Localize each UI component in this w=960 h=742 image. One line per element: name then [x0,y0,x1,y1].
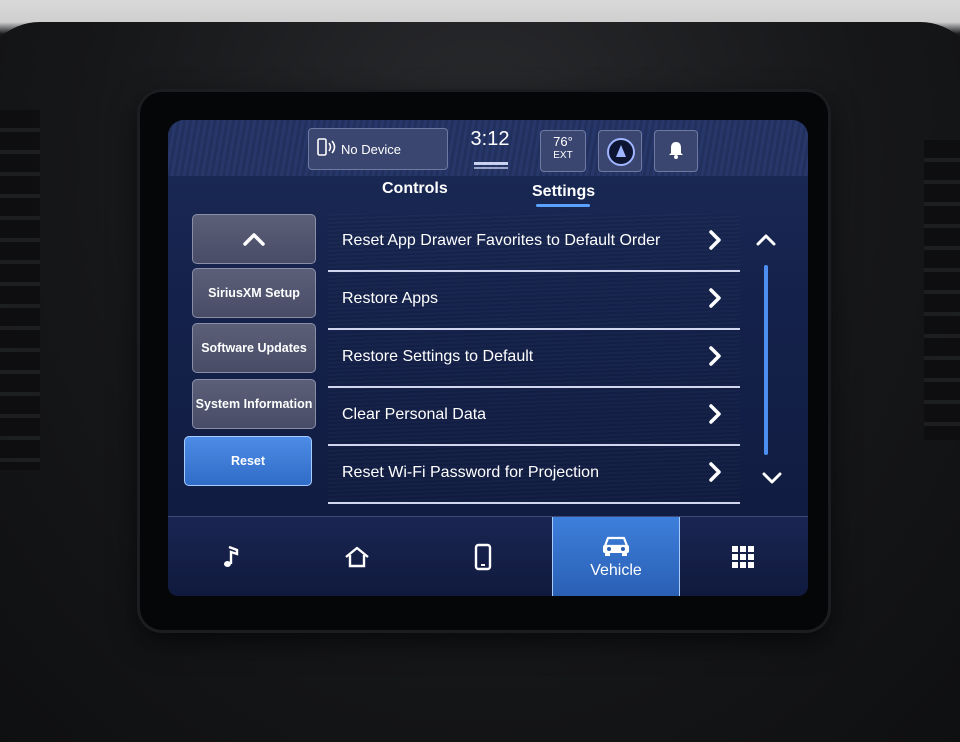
list-item-label: Reset Wi-Fi Password for Projection [342,464,599,481]
chevron-right-icon [709,404,721,424]
device-label: No Device [341,141,401,157]
apps-grid-icon [732,546,754,568]
side-menu-scroll-up-button[interactable] [192,214,316,264]
list-scroll-up-button[interactable] [754,232,778,248]
tab-controls[interactable]: Controls [382,180,448,198]
phone-icon [474,543,492,571]
list-item-label: Restore Settings to Default [342,348,534,365]
phone-audio-icon [313,137,341,162]
list-item[interactable]: Restore Settings to Default [328,330,740,388]
clock-underline [474,162,508,165]
list-scroll-down-button[interactable] [760,470,784,486]
nav-phone-button[interactable] [420,517,546,596]
tab-settings[interactable]: Settings [532,183,595,201]
temperature-value: 76° [553,134,573,149]
list-item[interactable]: Reset Wi-Fi Password for Projection [328,446,740,504]
car-icon [603,536,629,556]
chevron-right-icon [709,230,721,250]
bell-icon [669,142,683,159]
list-item[interactable]: Reset App Drawer Favorites to Default Or… [328,214,740,272]
scrollbar-thumb[interactable] [764,265,768,455]
status-bar: No Device 3:12 76° EXT [168,120,808,176]
bottom-navigation-bar: Vehicle [168,516,808,596]
notifications-button[interactable] [654,130,698,172]
list-item-label: Restore Apps [342,290,439,307]
device-connection-button[interactable]: No Device [308,128,448,170]
clock: 3:12 [470,128,510,150]
active-tab-indicator [536,204,590,207]
chevron-right-icon [709,288,721,308]
side-menu-siriusxm-setup[interactable]: SiriusXM Setup [192,268,316,318]
outside-temperature[interactable]: 76° EXT [540,130,586,172]
nav-home-button[interactable] [294,517,420,596]
nav-media-button[interactable] [168,517,294,596]
driver-assist-button[interactable] [598,130,642,172]
list-item[interactable]: Restore Apps [328,272,740,330]
left-air-vent [0,110,40,470]
chevron-right-icon [709,462,721,482]
list-item[interactable]: Clear Personal Data [328,388,740,446]
nav-vehicle-label: Vehicle [590,562,642,579]
side-menu-system-information[interactable]: System Information [192,379,316,429]
clock-underline-secondary [474,167,508,169]
infotainment-screen: No Device 3:12 76° EXT Controls Settings… [168,120,808,596]
list-item-label: Clear Personal Data [342,406,487,423]
chevron-right-icon [709,346,721,366]
home-icon [345,546,369,568]
driver-assist-icon [607,138,635,166]
nav-vehicle-button[interactable]: Vehicle [552,517,680,596]
side-menu-reset[interactable]: Reset [184,436,312,486]
nav-apps-button[interactable] [680,517,806,596]
temperature-unit: EXT [553,150,573,161]
right-air-vent [924,140,960,440]
reset-options-list: Reset App Drawer Favorites to Default Or… [328,214,740,504]
list-item-label: Reset App Drawer Favorites to Default Or… [342,232,661,249]
music-note-icon [224,545,239,567]
side-menu-software-updates[interactable]: Software Updates [192,323,316,373]
chevron-up-icon [243,233,265,246]
